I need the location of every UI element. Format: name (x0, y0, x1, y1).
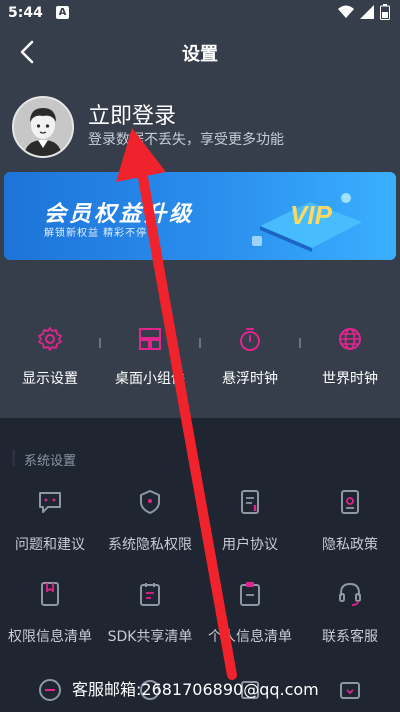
widgets-icon (139, 328, 161, 350)
support-email: 客服邮箱:2681706890@qq.com (72, 680, 319, 699)
shortcut-bar: 显示设置 桌面小组件 悬浮时钟 世界时钟 (0, 326, 400, 387)
grid-row: 权限信息清单 SDK共享清单 个人信息清单 联系客服 (0, 580, 400, 672)
login-card[interactable]: 立即登录 登录数据不丢失，享受更多功能 (12, 96, 382, 160)
shortcut-label: 桌面小组件 (115, 371, 185, 387)
headset-icon (339, 582, 361, 606)
header: 设置 (0, 36, 400, 70)
document-icon (241, 490, 259, 514)
grid-item-sdk-list[interactable]: SDK共享清单 (100, 580, 200, 672)
grid-item-label: 权限信息清单 (8, 629, 92, 645)
shortcut-label: 世界时钟 (322, 371, 378, 387)
grid-item-permission-list[interactable]: 权限信息清单 (0, 580, 100, 672)
globe-icon (339, 328, 361, 350)
default-avatar-icon (14, 98, 72, 156)
minus-circle-icon[interactable] (38, 678, 62, 702)
shortcut-desktop-widgets[interactable]: 桌面小组件 (100, 326, 200, 387)
login-subtitle: 登录数据不丢失，享受更多功能 (88, 132, 284, 148)
gear-icon (38, 327, 62, 351)
shield-icon (140, 490, 160, 514)
login-text[interactable]: 立即登录 (88, 98, 176, 130)
bookmark-doc-icon (41, 582, 59, 606)
shortcut-display-settings[interactable]: 显示设置 (0, 326, 100, 387)
vip-banner[interactable]: 会员权益升级 解锁新权益 精彩不停 VIP (4, 172, 396, 260)
status-bar: 5:44 A (0, 0, 400, 28)
status-icons (338, 4, 390, 20)
shortcut-floating-clock[interactable]: 悬浮时钟 (200, 326, 300, 387)
divider (199, 338, 201, 348)
divider (99, 338, 101, 348)
grid-item-privacy-policy[interactable]: 隐私政策 (300, 488, 400, 580)
feedback-icon (39, 492, 61, 513)
grid-item-label: 隐私政策 (322, 537, 378, 553)
grid-item-label: 问题和建议 (15, 537, 85, 553)
grid-item-system-privacy[interactable]: 系统隐私权限 (100, 488, 200, 580)
grid-row: 问题和建议 系统隐私权限 用户协议 隐私政策 (0, 488, 400, 580)
vip-graphic-icon: VIP (252, 193, 362, 252)
grid-item-label: 个人信息清单 (208, 629, 292, 645)
vip-badge: VIP (290, 200, 333, 230)
grid-item-label: 系统隐私权限 (108, 537, 192, 553)
status-time: 5:44 (8, 5, 43, 21)
shortcut-label: 悬浮时钟 (222, 371, 278, 387)
section-marker (12, 450, 15, 466)
notification-icon: A (56, 6, 69, 19)
grid-item-contact-support[interactable]: 联系客服 (300, 580, 400, 672)
grid-item-personal-info-list[interactable]: 个人信息清单 (200, 580, 300, 672)
privacy-doc-icon (341, 490, 359, 514)
divider (299, 338, 301, 348)
banner-subtitle: 解锁新权益 精彩不停 (44, 228, 148, 239)
page-title: 设置 (182, 44, 218, 65)
signal-icon (360, 5, 374, 19)
battery-icon (380, 4, 390, 20)
wifi-icon (338, 5, 354, 18)
tray-icon[interactable] (338, 678, 362, 702)
shortcut-world-clock[interactable]: 世界时钟 (300, 326, 400, 387)
clipboard-icon (240, 582, 260, 606)
shortcut-label: 显示设置 (22, 371, 78, 387)
grid-item-feedback[interactable]: 问题和建议 (0, 488, 100, 580)
grid-item-user-agreement[interactable]: 用户协议 (200, 488, 300, 580)
section-title: 系统设置 (24, 454, 77, 469)
grid-item-label: 用户协议 (222, 537, 278, 553)
timer-icon (240, 328, 260, 351)
grid-item-label: 联系客服 (322, 629, 378, 645)
grid-item-label: SDK共享清单 (107, 629, 193, 645)
calendar-list-icon (140, 583, 160, 606)
avatar[interactable] (12, 96, 74, 158)
settings-grid: 问题和建议 系统隐私权限 用户协议 隐私政策 权限信息清单 SDK共享清单 个人… (0, 488, 400, 672)
